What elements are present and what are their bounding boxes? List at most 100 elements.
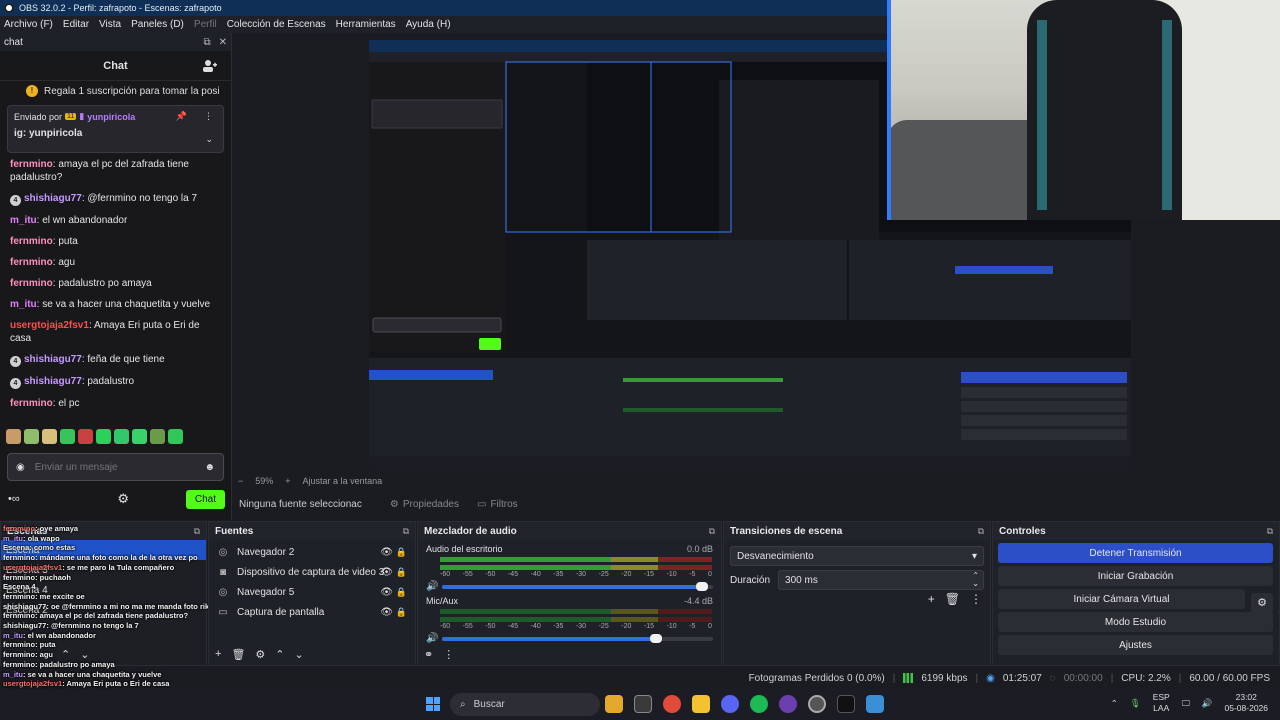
menu-item[interactable]: Herramientas [336,19,396,30]
emote[interactable] [150,429,165,444]
volume-knob[interactable] [696,581,709,591]
chrome-icon[interactable] [663,695,681,713]
menu-item[interactable]: Colección de Escenas [227,19,326,30]
emote[interactable] [24,429,39,444]
chat-username[interactable]: fernmino [10,159,53,170]
menu-item[interactable]: Archivo (F) [4,19,53,30]
source-item[interactable]: ◎ Navegador 2 👁 🔒 [209,542,415,562]
emote[interactable] [114,429,129,444]
lock-icon[interactable]: 🔒 [396,587,407,598]
chat-input[interactable] [34,461,205,473]
volume-slider[interactable] [442,581,713,591]
more-options-icon[interactable]: ⋮ [204,111,213,122]
filters-button[interactable]: ▭ Filtros [477,499,518,510]
float-icon[interactable]: ⧉ [709,526,715,537]
float-icon[interactable]: ⧉ [403,526,409,537]
emote[interactable] [132,429,147,444]
emote[interactable] [78,429,93,444]
chat-username[interactable]: shishiagu77 [24,376,82,387]
zoom-out-button[interactable]: − [238,476,243,486]
visibility-eye-icon[interactable]: 👁 [380,567,393,578]
menu-item[interactable]: Ayuda (H) [406,19,451,30]
chevron-down-icon[interactable]: ⌄ [80,648,89,661]
trash-icon[interactable]: 🗑 [231,648,245,661]
chevron-up-icon[interactable]: ⌃ [1111,698,1118,709]
start-virtual-camera-button[interactable]: Iniciar Cámara Virtual [998,589,1245,609]
chat-username[interactable]: m_itu [10,215,37,226]
emote[interactable] [60,429,75,444]
source-item[interactable]: ▭ Captura de pantalla 👁 🔒 [209,602,415,622]
studio-mode-button[interactable]: Modo Estudio [998,612,1273,632]
volume-icon[interactable]: 🔊 [1202,698,1213,709]
menu-item[interactable]: Editar [63,19,89,30]
add-icon[interactable]: + [928,592,935,606]
file-explorer-icon[interactable] [692,695,710,713]
volume-slider[interactable] [442,633,713,643]
app-icon[interactable] [866,695,884,713]
chevron-up-icon[interactable]: ⌃ [275,648,284,661]
widget-icon[interactable] [605,695,623,713]
virtual-camera-settings-icon[interactable]: ⚙ [1251,593,1273,613]
emoji-picker-icon[interactable]: ◉ [16,462,25,473]
emote-icon[interactable]: ☻ [204,462,215,473]
chat-username[interactable]: m_itu [10,299,37,310]
start-recording-button[interactable]: Iniciar Grabación [998,566,1273,586]
source-item[interactable]: ◙ Dispositivo de captura de video 3 👁 🔒 [209,562,415,582]
discord-icon[interactable] [721,695,739,713]
more-options-icon[interactable]: ⋮ [443,648,454,661]
visibility-eye-icon[interactable]: 👁 [380,547,393,558]
chat-username[interactable]: usergtojaja2fsv1 [10,320,89,331]
emote[interactable] [6,429,21,444]
emote[interactable] [42,429,57,444]
app-icon[interactable] [779,695,797,713]
lock-icon[interactable]: 🔒 [396,567,407,578]
spotify-icon[interactable] [750,695,768,713]
menu-item[interactable]: Vista [99,19,121,30]
chat-username[interactable]: fernmino [10,398,53,409]
emote[interactable] [168,429,183,444]
zoom-in-button[interactable]: + [285,476,290,486]
fit-window-label[interactable]: Ajustar a la ventana [303,476,383,486]
float-icon[interactable]: ⧉ [978,526,984,537]
lock-icon[interactable]: 🔒 [396,547,407,558]
close-icon[interactable]: ✕ [219,37,227,48]
taskbar-search[interactable]: ⌕ Buscar [450,693,600,716]
visibility-eye-icon[interactable]: 👁 [380,607,393,618]
link-icon[interactable]: ⚭ [424,648,433,661]
chat-username[interactable]: fernmino [10,278,53,289]
pin-icon[interactable]: 📌 [176,111,187,122]
visibility-eye-icon[interactable]: 👁 [380,587,393,598]
obs-icon[interactable] [808,695,826,713]
language-indicator[interactable]: ESP LAA [1153,692,1170,714]
speaker-icon[interactable]: 🔊 [426,581,438,592]
chevron-down-icon[interactable]: ⌄ [205,134,213,145]
network-icon[interactable]: 🖵 [1182,698,1190,709]
chat-send-button[interactable]: Chat [185,489,225,509]
spinner-icon[interactable]: ⌃ ⌄ [972,572,979,588]
speaker-icon[interactable]: 🔊 [426,633,438,644]
transition-select[interactable]: Desvanecimiento ▾ [730,546,984,566]
source-item[interactable]: ◎ Navegador 5 👁 🔒 [209,582,415,602]
chat-username[interactable]: shishiagu77 [24,193,82,204]
emote[interactable] [96,429,111,444]
gift-sub-banner[interactable]: ! Regala 1 suscripción para tomar la pos… [0,81,231,101]
clock[interactable]: 23:02 05-08-2026 [1225,692,1268,714]
task-view-icon[interactable] [634,695,652,713]
settings-icon[interactable]: ⚙ [117,491,129,507]
mic-icon[interactable]: 🎙 [1130,698,1141,709]
users-icon[interactable] [203,59,217,72]
more-options-icon[interactable]: ⋮ [970,592,982,606]
trash-icon[interactable]: 🗑 [945,592,960,606]
chat-username[interactable]: shishiagu77 [24,354,82,365]
chat-username[interactable]: fernmino [10,236,53,247]
lock-icon[interactable]: 🔒 [396,607,407,618]
menu-item[interactable]: Paneles (D) [131,19,184,30]
settings-button[interactable]: Ajustes [998,635,1273,655]
tiktok-icon[interactable] [837,695,855,713]
volume-knob[interactable] [650,633,663,643]
pinned-user[interactable]: yunpiricola [87,112,135,122]
points-icon[interactable]: •∞ [8,493,20,505]
menu-item[interactable]: Perfil [194,19,217,30]
chevron-down-icon[interactable]: ⌄ [295,648,304,661]
properties-button[interactable]: ⚙ Propiedades [390,499,459,510]
